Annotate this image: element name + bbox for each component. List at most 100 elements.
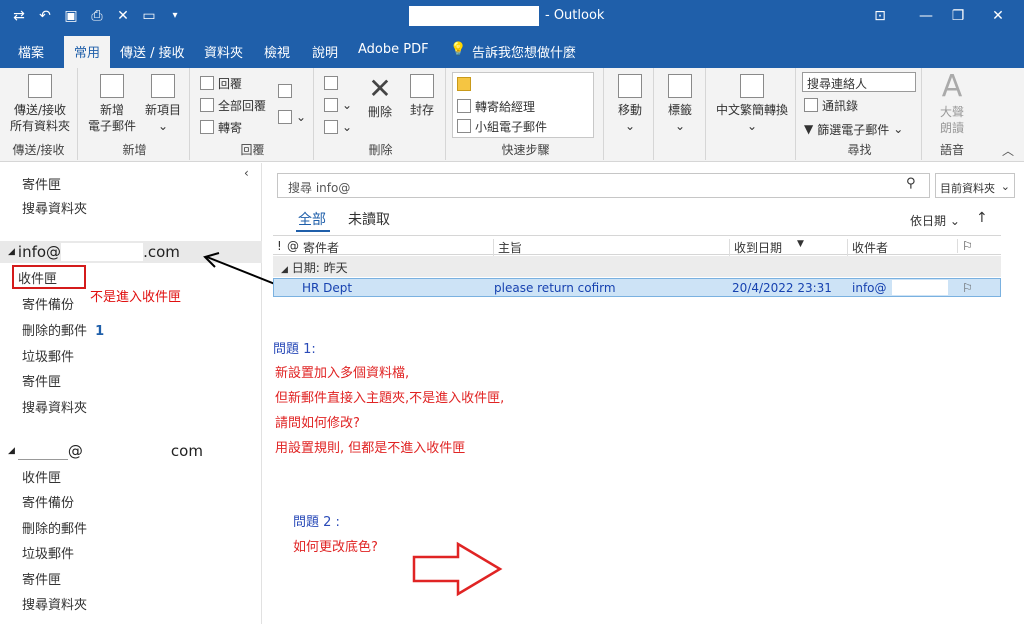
sort-by-date[interactable]: 依日期 ⌄ [910,212,960,229]
tab-home[interactable]: 常用 [64,36,111,68]
move-button[interactable]: 移動 ⌄ [610,74,650,134]
flag-col-icon[interactable]: ⚐ [957,239,973,253]
message-row[interactable]: HR Dept please return cofirm 20/4/2022 2… [273,278,1001,297]
save-icon[interactable]: ▣ [62,7,80,25]
attachment-col-icon: @ [287,239,299,253]
reply-all-button[interactable]: 全部回覆 [200,96,266,114]
folder-deleted-2[interactable]: 刪除的郵件 [22,518,87,537]
tags-button[interactable]: 標籤 ⌄ [660,74,700,134]
group-delete: ⌄ ⌄ ✕ 刪除 封存 刪除 [316,68,446,160]
new-items-button[interactable]: 新項目 ⌄ [138,74,188,134]
meeting-reply-button[interactable] [278,82,292,100]
chinese-convert-icon [740,74,764,98]
folder-outbox-1[interactable]: 寄件匣 [22,371,61,390]
tab-folder[interactable]: 資料夾 [204,42,243,61]
collapse-pane-icon[interactable]: ‹ [244,166,249,180]
quick-step-folder[interactable] [457,75,471,93]
junk-button[interactable]: ⌄ [324,118,352,136]
group-find: 搜尋連絡人 通訊錄 ▼ 篩選電子郵件 ⌄ 尋找 [798,68,922,160]
flag-icon [668,74,692,98]
folder-sent-1[interactable]: 寄件備份 [22,294,74,313]
folder-sent-2[interactable]: 寄件備份 [22,492,74,511]
new-email-button[interactable]: 新增 電子郵件 [84,74,140,134]
tab-view[interactable]: 檢視 [264,42,290,61]
quick-step-manager[interactable]: 轉寄給經理 [457,97,535,115]
col-flags[interactable]: ! [277,239,282,253]
restore-icon[interactable]: ❐ [946,6,970,26]
folder-deleted-1[interactable]: 刪除的郵件 1 [22,320,104,339]
question1-line3: 請問如何修改? [275,416,360,431]
recipient-mask [892,280,948,295]
search-input[interactable]: 搜尋 info@ [277,173,930,198]
collapse-ribbon-icon[interactable]: ︿ [1002,142,1014,159]
folder-search-2[interactable]: 搜尋資料夾 [22,594,87,613]
expand-icon: ◢ [8,247,15,257]
group-speech: A 大聲 朗讀 語音 [924,68,980,160]
reply-button[interactable]: 回覆 [200,74,242,92]
message-flag-icon[interactable]: ⚐ [962,281,973,295]
folder-search-top[interactable]: 搜尋資料夾 [22,198,87,217]
filter-all[interactable]: 全部 [298,209,326,229]
folder-outbox-top[interactable]: 寄件匣 [22,174,61,193]
archive-icon [410,74,434,98]
send-receive-icon[interactable]: ⇄ [10,7,28,25]
window-close-icon[interactable]: ✕ [986,6,1010,26]
tab-send-receive[interactable]: 傳送 / 接收 [120,42,185,61]
account1-header[interactable]: ◢ info@ .com [8,243,180,261]
account2-prefix: @ [67,442,83,460]
archive-button[interactable]: 封存 [402,74,442,118]
account2-header[interactable]: ◢ @ com [8,442,203,460]
group-label: 日期: 昨天 [291,261,348,275]
folder-inbox-1[interactable]: 收件匣 [18,268,57,287]
filter-unread[interactable]: 未讀取 [348,209,390,229]
window-icon[interactable]: ▭ [140,7,158,25]
quick-step-team[interactable]: 小組電子郵件 [457,117,547,135]
address-book-button[interactable]: 通訊錄 [804,96,858,114]
filter-all-underline [296,230,330,232]
tab-adobe-pdf[interactable]: Adobe PDF [358,42,429,57]
send-receive-all-button[interactable]: 傳送/接收 所有資料夾 [8,74,72,134]
expand-icon-2: ◢ [8,446,15,456]
folder-search-1[interactable]: 搜尋資料夾 [22,397,87,416]
title-bar: ⇄ ↶ ▣ ⎙ ✕ ▭ ▾ - Outlook ⊡ — ❐ ✕ [0,0,1024,32]
more-respond-button[interactable]: ⌄ [278,108,306,126]
print-icon[interactable]: ⎙ [88,7,106,25]
delete-button[interactable]: ✕ 刪除 [360,74,400,120]
col-received[interactable]: 收到日期 [729,239,782,256]
group-tags: 標籤 ⌄ [656,68,706,160]
message-subject: please return cofirm [494,281,616,295]
ribbon: 傳送/接收 所有資料夾 傳送/接收 新增 電子郵件 新項目 ⌄ 新增 回覆 全部回… [0,68,1024,162]
tab-file[interactable]: 檔案 [18,42,44,61]
col-from[interactable]: 寄件者 [303,239,339,256]
ribbon-display-icon[interactable]: ⊡ [868,6,892,26]
forward-button[interactable]: 轉寄 [200,118,242,136]
search-icon[interactable]: ⚲ [906,176,916,191]
group-respond: 回覆 全部回覆 轉寄 ⌄ 回覆 [192,68,314,160]
chinese-convert-button[interactable]: 中文繁簡轉換 ⌄ [710,74,794,134]
customize-icon[interactable]: ▾ [166,7,184,25]
tell-me-box[interactable]: 告訴我您想做什麼 [472,42,576,61]
annotation-not-inbox: 不是進入收件匣 [90,290,182,305]
search-people-box[interactable]: 搜尋連絡人 [802,72,916,92]
archive-label: 封存 [409,103,434,117]
filter-email-button[interactable]: ▼ 篩選電子郵件 ⌄ [804,120,903,138]
search-scope-dropdown[interactable]: 目前資料夾 ⌄ [935,173,1015,198]
undo-icon[interactable]: ↶ [36,7,54,25]
tab-help[interactable]: 說明 [312,42,338,61]
sort-label: 依日期 [910,214,947,228]
folder-junk-2[interactable]: 垃圾郵件 [22,543,74,562]
group-header-yesterday[interactable]: ◢ 日期: 昨天 [273,256,1001,277]
col-subject[interactable]: 主旨 [493,239,522,256]
minimize-icon[interactable]: — [914,6,938,26]
sort-direction-icon[interactable]: ↑ [976,210,988,226]
app-title: - Outlook [545,8,605,23]
folder-outbox-2[interactable]: 寄件匣 [22,569,61,588]
ignore-button[interactable] [324,74,338,92]
read-aloud-button[interactable]: A 大聲 朗讀 [932,70,972,136]
folder-inbox-2[interactable]: 收件匣 [22,467,61,486]
folder-junk-1[interactable]: 垃圾郵件 [22,346,74,365]
account1-prefix: info@ [17,243,62,261]
close-icon[interactable]: ✕ [114,7,132,25]
cleanup-button[interactable]: ⌄ [324,96,352,114]
col-to[interactable]: 收件者 [847,239,888,256]
